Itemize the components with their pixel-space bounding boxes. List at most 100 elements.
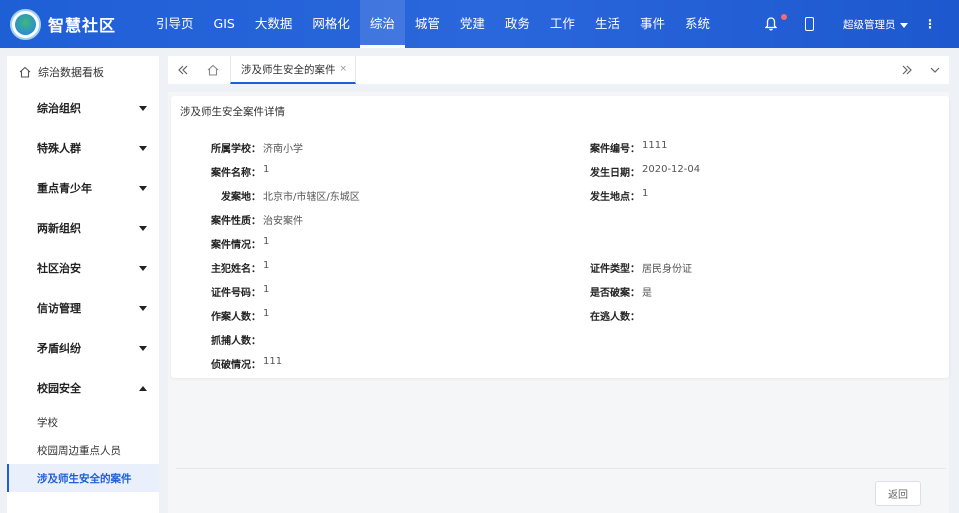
sidebar: 综治数据看板 综治组织 特殊人群 重点青少年 两新组织 社区治安 信访管理 矛盾… [7, 56, 159, 513]
chevron-down-icon [139, 105, 147, 111]
field-value: 1 [263, 308, 270, 319]
mobile-icon[interactable] [805, 17, 814, 31]
top-header: 智慧社区 引导页 GIS 大数据 网格化 综治 城管 党建 政务 工作 生活 事… [0, 0, 959, 48]
tab-label: 涉及师生安全的案件 [241, 63, 336, 76]
sidebar-group-security[interactable]: 社区治安 [7, 248, 159, 288]
field-label: 证件类型： [590, 264, 640, 275]
field-value: 2020-12-04 [642, 164, 701, 175]
home-icon[interactable] [204, 56, 222, 84]
sidebar-group-campus[interactable]: 校园安全 [7, 368, 159, 408]
more-icon[interactable]: ⋮ [924, 17, 936, 31]
nav-bigdata[interactable]: 大数据 [245, 0, 303, 48]
field-label: 案件情况： [211, 240, 261, 251]
field-value: 1111 [642, 140, 668, 151]
field-label: 证件号码： [211, 288, 261, 299]
home-icon [19, 66, 31, 78]
chevron-up-icon [139, 385, 147, 391]
field-case-no: 案件编号： 1111 [570, 140, 667, 156]
field-label: 发生日期： [590, 168, 640, 179]
nav-grid[interactable]: 网格化 [302, 0, 360, 48]
sidebar-group-petition[interactable]: 信访管理 [7, 288, 159, 328]
sidebar-item-dashboard[interactable]: 综治数据看板 [7, 56, 159, 88]
field-value [261, 332, 263, 348]
detail-title: 涉及师生安全案件详情 [180, 106, 285, 118]
notification-badge [781, 14, 787, 20]
sidebar-group-label: 社区治安 [37, 262, 81, 275]
field-label: 发案地： [221, 192, 261, 203]
chevron-down-icon [139, 305, 147, 311]
sidebar-item-label: 综治数据看板 [38, 66, 104, 79]
double-chevron-right-icon[interactable] [898, 56, 916, 84]
field-label: 案件编号： [590, 144, 640, 155]
field-value: 1 [263, 236, 270, 247]
field-value: 居民身份证 [642, 264, 692, 275]
field-value: 1 [263, 164, 270, 175]
nav-guide[interactable]: 引导页 [146, 0, 204, 48]
chevron-down-icon [139, 265, 147, 271]
nav-dangjian[interactable]: 党建 [450, 0, 495, 48]
field-arrests: 抓捕人数： [191, 332, 263, 348]
field-value [640, 308, 642, 324]
field-value: 111 [263, 356, 283, 367]
field-value: 北京市/市辖区/东城区 [263, 192, 360, 203]
chevron-down-icon [139, 145, 147, 151]
tab-campus-cases[interactable]: 涉及师生安全的案件 × [230, 56, 356, 84]
field-label: 案件名称： [211, 168, 261, 179]
sidebar-group-label: 矛盾纠纷 [37, 342, 81, 355]
field-situation: 案件情况： 1 [191, 236, 269, 252]
field-label: 主犯姓名： [211, 264, 261, 275]
chevron-down-icon [139, 345, 147, 351]
sidebar-item-campus-cases[interactable]: 涉及师生安全的案件 [7, 464, 159, 492]
field-value: 治安案件 [263, 216, 303, 227]
main-content: 涉及师生安全案件详情 所属学校： 济南小学 案件编号： 1111 案件名称： 1 发生… [168, 92, 949, 513]
field-label: 在逃人数： [590, 312, 640, 323]
field-label: 发生地点： [590, 192, 640, 203]
field-case-name: 案件名称： 1 [191, 164, 269, 180]
nav-system[interactable]: 系统 [675, 0, 720, 48]
brand-title: 智慧社区 [48, 16, 117, 35]
field-label: 侦破情况： [211, 360, 261, 371]
bell-icon[interactable] [765, 17, 777, 31]
nav-zhengwu[interactable]: 政务 [495, 0, 540, 48]
chevron-down-icon [139, 185, 147, 191]
nav-zongzhi[interactable]: 综治 [359, 0, 405, 48]
close-icon[interactable]: × [339, 64, 347, 74]
sidebar-group-label: 综治组织 [37, 102, 81, 115]
field-value: 是 [642, 288, 652, 299]
field-solved: 是否破案：是 [570, 284, 652, 300]
user-name: 超级管理员 [843, 19, 896, 31]
field-label: 是否破案： [590, 288, 640, 299]
field-value: 济南小学 [263, 144, 303, 155]
nav-events[interactable]: 事件 [630, 0, 675, 48]
field-suspect: 主犯姓名： 1 [191, 260, 269, 276]
field-id-number: 证件号码： 1 [191, 284, 269, 300]
field-label: 案件性质： [211, 216, 261, 227]
logo-icon [10, 9, 41, 40]
field-nature: 案件性质： 治安案件 [191, 212, 303, 228]
nav-life[interactable]: 生活 [585, 0, 630, 48]
field-date: 发生日期： 2020-12-04 [570, 164, 700, 180]
field-fugitives: 在逃人数： [570, 308, 642, 324]
field-label: 所属学校： [211, 144, 261, 155]
nav-chengguan[interactable]: 城管 [405, 0, 450, 48]
field-investigation: 侦破情况： 111 [191, 356, 282, 372]
sidebar-group-special-people[interactable]: 特殊人群 [7, 128, 159, 168]
back-button[interactable]: 返回 [875, 481, 921, 506]
sidebar-group-org[interactable]: 综治组织 [7, 88, 159, 128]
sidebar-group-disputes[interactable]: 矛盾纠纷 [7, 328, 159, 368]
field-region: 发案地： 北京市/市辖区/东城区 [191, 188, 360, 204]
sidebar-group-youth[interactable]: 重点青少年 [7, 168, 159, 208]
field-label: 作案人数： [211, 312, 261, 323]
sidebar-item-school[interactable]: 学校 [7, 408, 159, 436]
sidebar-group-two-new[interactable]: 两新组织 [7, 208, 159, 248]
user-menu[interactable]: 超级管理员 [843, 17, 908, 32]
sidebar-item-campus-people[interactable]: 校园周边重点人员 [7, 436, 159, 464]
main-nav: 引导页 GIS 大数据 网格化 综治 城管 党建 政务 工作 生活 事件 系统 [146, 0, 720, 48]
double-chevron-left-icon[interactable] [174, 56, 192, 84]
field-id-type: 证件类型： 居民身份证 [570, 260, 692, 276]
chevron-down-icon[interactable] [926, 56, 944, 84]
nav-work[interactable]: 工作 [540, 0, 585, 48]
chevron-down-icon [139, 225, 147, 231]
nav-gis[interactable]: GIS [204, 0, 245, 48]
sidebar-group-label: 信访管理 [37, 302, 81, 315]
